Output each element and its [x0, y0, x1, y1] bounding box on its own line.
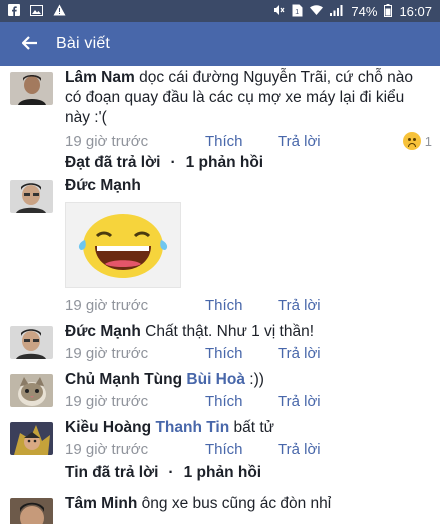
image-icon	[30, 4, 43, 18]
reply-button[interactable]: Trả lời	[278, 133, 321, 150]
battery-percent: 74%	[351, 3, 378, 19]
avatar[interactable]	[10, 498, 53, 524]
avatar[interactable]	[10, 374, 53, 407]
comment-time: 19 giờ trước	[65, 296, 149, 314]
like-button[interactable]: Thích	[205, 393, 278, 410]
reaction-summary[interactable]: 1	[402, 132, 432, 150]
comment-author[interactable]: Đức Mạnh	[65, 323, 141, 340]
sim-icon: 1	[292, 4, 303, 19]
comment-author[interactable]: Lâm Nam	[65, 69, 135, 86]
comment-text: bất tử	[233, 419, 275, 436]
replies-count: 1 phản hồi	[185, 154, 264, 171]
wifi-icon	[310, 4, 324, 18]
comment-author[interactable]: Chủ Mạnh Tùng	[65, 371, 182, 388]
signal-icon	[330, 4, 344, 18]
like-button[interactable]: Thích	[205, 297, 278, 314]
like-button[interactable]: Thích	[205, 133, 278, 150]
svg-text:1: 1	[296, 9, 300, 16]
avatar[interactable]	[10, 326, 53, 359]
like-button[interactable]: Thích	[205, 441, 278, 458]
comment-author[interactable]: Đức Mạnh	[65, 177, 141, 194]
facebook-icon	[8, 4, 20, 18]
comment-item: Đức Mạnh 19 giờ trước Thích Trả lời	[0, 176, 440, 316]
reply-button[interactable]: Trả lời	[278, 441, 321, 458]
reaction-count: 1	[424, 133, 432, 149]
replies-count: 1 phản hồi	[183, 464, 262, 481]
back-arrow-icon[interactable]	[21, 33, 56, 56]
replies-summary[interactable]: Tin đã trả lời · 1 phản hồi	[0, 462, 440, 484]
reply-button[interactable]: Trả lời	[278, 345, 321, 362]
comment-author[interactable]: Tâm Minh	[65, 495, 137, 512]
replies-text: Đạt đã trả lời	[65, 154, 161, 171]
app-bar: Bài viết	[0, 22, 440, 66]
avatar[interactable]	[10, 422, 53, 455]
comment-time: 19 giờ trước	[65, 132, 149, 150]
comment-time: 19 giờ trước	[65, 440, 149, 458]
replies-summary[interactable]: Đạt đã trả lời · 1 phản hồi	[0, 152, 440, 174]
status-bar: 1 74% 16:07	[0, 0, 440, 22]
avatar[interactable]	[10, 72, 53, 105]
page-title: Bài viết	[56, 35, 111, 52]
like-button[interactable]: Thích	[205, 345, 278, 362]
comment-time: 19 giờ trước	[65, 392, 149, 410]
comment-author[interactable]: Kiều Hoàng	[65, 419, 151, 436]
mention-link[interactable]: Thanh Tin	[155, 419, 229, 436]
clock: 16:07	[399, 3, 432, 19]
reply-button[interactable]: Trả lời	[278, 297, 321, 314]
comment-item: Đức Mạnh Chất thật. Như 1 vị thần! 19 gi…	[0, 322, 440, 364]
comment-feed[interactable]: Lâm Nam dọc cái đường Nguyễn Trãi, cứ ch…	[0, 66, 440, 524]
mute-icon	[273, 4, 285, 18]
laughing-sticker[interactable]	[65, 202, 181, 288]
comment-time: 19 giờ trước	[65, 344, 149, 362]
warning-icon	[53, 4, 66, 18]
battery-icon	[384, 3, 393, 19]
comment-item: Chủ Mạnh Tùng Bùi Hoà :)) 19 giờ trước T…	[0, 370, 440, 412]
comment-item: Lâm Nam dọc cái đường Nguyễn Trãi, cứ ch…	[0, 68, 440, 152]
replies-text: Tin đã trả lời	[65, 464, 159, 481]
mention-link[interactable]: Bùi Hoà	[186, 371, 245, 388]
comment-text: ông xe bus cũng ác đòn nhỉ	[141, 495, 332, 512]
sad-reaction-icon	[402, 132, 421, 150]
comment-text: :))	[249, 371, 264, 388]
comment-item: Kiều Hoàng Thanh Tin bất tử 19 giờ trước…	[0, 418, 440, 460]
comment-text: Chất thật. Như 1 vị thần!	[145, 323, 315, 340]
comment-item: Tâm Minh ông xe bus cũng ác đòn nhỉ	[0, 494, 440, 524]
avatar[interactable]	[10, 180, 53, 213]
reply-button[interactable]: Trả lời	[278, 393, 321, 410]
